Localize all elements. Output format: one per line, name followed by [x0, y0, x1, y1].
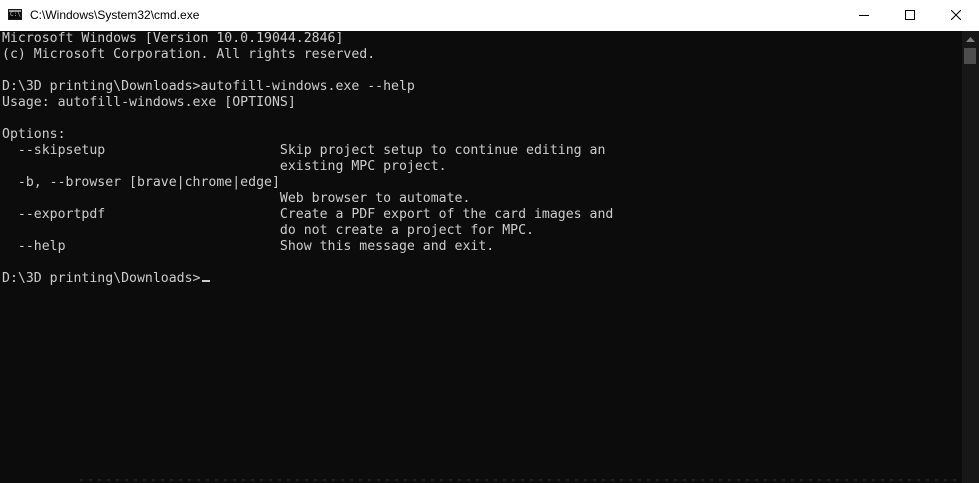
maximize-button[interactable]: [887, 0, 933, 30]
console-line: do not create a project for MPC.: [2, 223, 534, 238]
render-artifact: [80, 479, 960, 481]
title-bar[interactable]: C:\Windows\System32\cmd.exe: [0, 0, 979, 31]
console-line: Options:: [2, 127, 66, 142]
console-line: (c) Microsoft Corporation. All rights re…: [2, 47, 376, 62]
cmd-window: C:\Windows\System32\cmd.exe Microsoft Wi…: [0, 0, 979, 483]
console-line: --exportpdf Create a PDF export of the c…: [2, 207, 614, 222]
console-line: --skipsetup Skip project setup to contin…: [2, 143, 606, 158]
prompt-line[interactable]: D:\3D printing\Downloads>: [2, 271, 960, 287]
vertical-scrollbar[interactable]: [962, 31, 979, 483]
minimize-icon: [859, 15, 869, 16]
minimize-button[interactable]: [841, 0, 887, 30]
console-output[interactable]: Microsoft Windows [Version 10.0.19044.28…: [2, 31, 960, 483]
scroll-up-arrow-icon: [966, 37, 975, 42]
close-button[interactable]: [933, 0, 979, 30]
console-line: -b, --browser [brave|chrome|edge]: [2, 175, 280, 190]
scroll-thumb[interactable]: [964, 48, 976, 64]
console-line: D:\3D printing\Downloads>autofill-window…: [2, 79, 415, 94]
console-line: Web browser to automate.: [2, 191, 471, 206]
close-icon: [951, 10, 961, 20]
cmd-icon[interactable]: [8, 9, 22, 20]
window-title: C:\Windows\System32\cmd.exe: [30, 8, 200, 22]
console-line: Usage: autofill-windows.exe [OPTIONS]: [2, 95, 296, 110]
console-line: Microsoft Windows [Version 10.0.19044.28…: [2, 31, 344, 46]
command-prompt: D:\3D printing\Downloads>: [2, 271, 201, 286]
maximize-icon: [905, 10, 915, 20]
scroll-up-button[interactable]: [962, 31, 979, 48]
text-cursor: [201, 280, 210, 282]
console-line: existing MPC project.: [2, 159, 447, 174]
console-line: --help Show this message and exit.: [2, 239, 495, 254]
